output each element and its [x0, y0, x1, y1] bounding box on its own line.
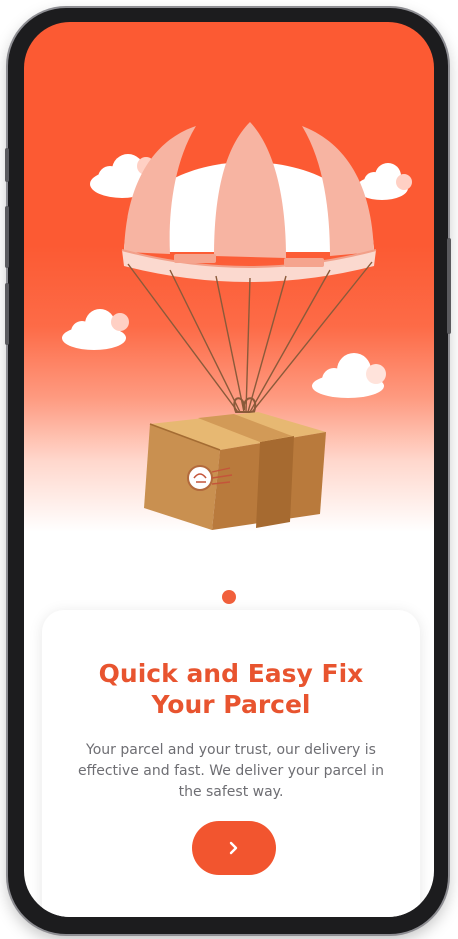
chevron-right-icon	[229, 841, 238, 855]
side-button-volume-down	[5, 283, 9, 345]
side-button-power	[447, 238, 451, 334]
cloud-icon	[62, 309, 129, 350]
onboarding-title: Quick and Easy Fix Your Parcel	[98, 659, 364, 719]
app-screen: Quick and Easy Fix Your Parcel Your parc…	[24, 22, 434, 917]
onboarding-description: Your parcel and your trust, our delivery…	[77, 742, 384, 800]
parcel-box-icon	[144, 412, 326, 530]
onboarding-card: Quick and Easy Fix Your Parcel Your parc…	[42, 610, 420, 917]
side-button-volume-up	[5, 206, 9, 268]
cloud-icon	[312, 353, 386, 398]
side-button-mute	[5, 148, 9, 182]
next-button[interactable]	[192, 821, 276, 875]
pager-indicator-dot	[222, 590, 236, 604]
parachute-parcel-illustration	[62, 122, 412, 530]
